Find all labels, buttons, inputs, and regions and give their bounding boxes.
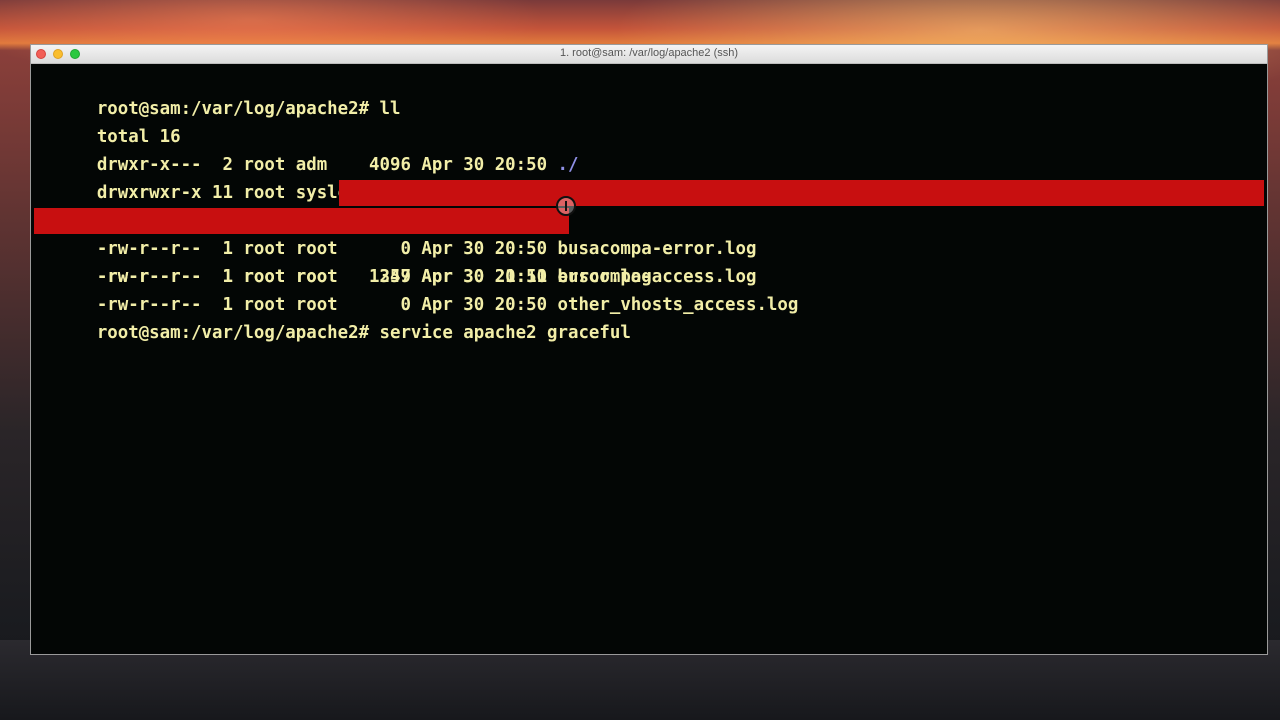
terminal-line: root@sam:/var/log/apache2# ll bbox=[34, 67, 1264, 119]
terminal-window[interactable]: 1. root@sam: /var/log/apache2 (ssh) root… bbox=[30, 44, 1268, 655]
terminal-line: -rw-r--r-- 1 root root 259 Apr 30 20:50 … bbox=[34, 235, 1264, 287]
text-cursor-icon bbox=[556, 196, 576, 216]
titlebar: 1. root@sam: /var/log/apache2 (ssh) bbox=[31, 45, 1267, 64]
terminal-line-selected: -rw-r--r-- 1 root root 1347 Apr 30 21:11… bbox=[34, 207, 1264, 287]
terminal-line: drwxrwxr-x 11 root syslog 4096 Apr 30 20… bbox=[34, 151, 1264, 203]
window-title: 1. root@sam: /var/log/apache2 (ssh) bbox=[559, 47, 739, 59]
terminal-line: -rw-r--r-- 1 root root 0 Apr 30 20:50 ot… bbox=[34, 263, 1264, 315]
selection-highlight bbox=[34, 208, 569, 234]
terminal-line: drwxr-x--- 2 root adm 4096 Apr 30 20:50 … bbox=[34, 123, 1264, 175]
terminal-text: root@sam:/var/log/apache2# service apach… bbox=[96, 323, 631, 343]
terminal-content[interactable]: root@sam:/var/log/apache2# ll total 16 d… bbox=[34, 67, 1264, 654]
selection-highlight bbox=[339, 180, 1264, 206]
terminal-line-selected: -rw-r--r-- 1 root root 0 Apr 30 20:50 bu… bbox=[34, 179, 1264, 259]
terminal-line: total 16 bbox=[34, 95, 1264, 147]
terminal-prompt-line[interactable]: root@sam:/var/log/apache2# service apach… bbox=[34, 291, 1264, 343]
